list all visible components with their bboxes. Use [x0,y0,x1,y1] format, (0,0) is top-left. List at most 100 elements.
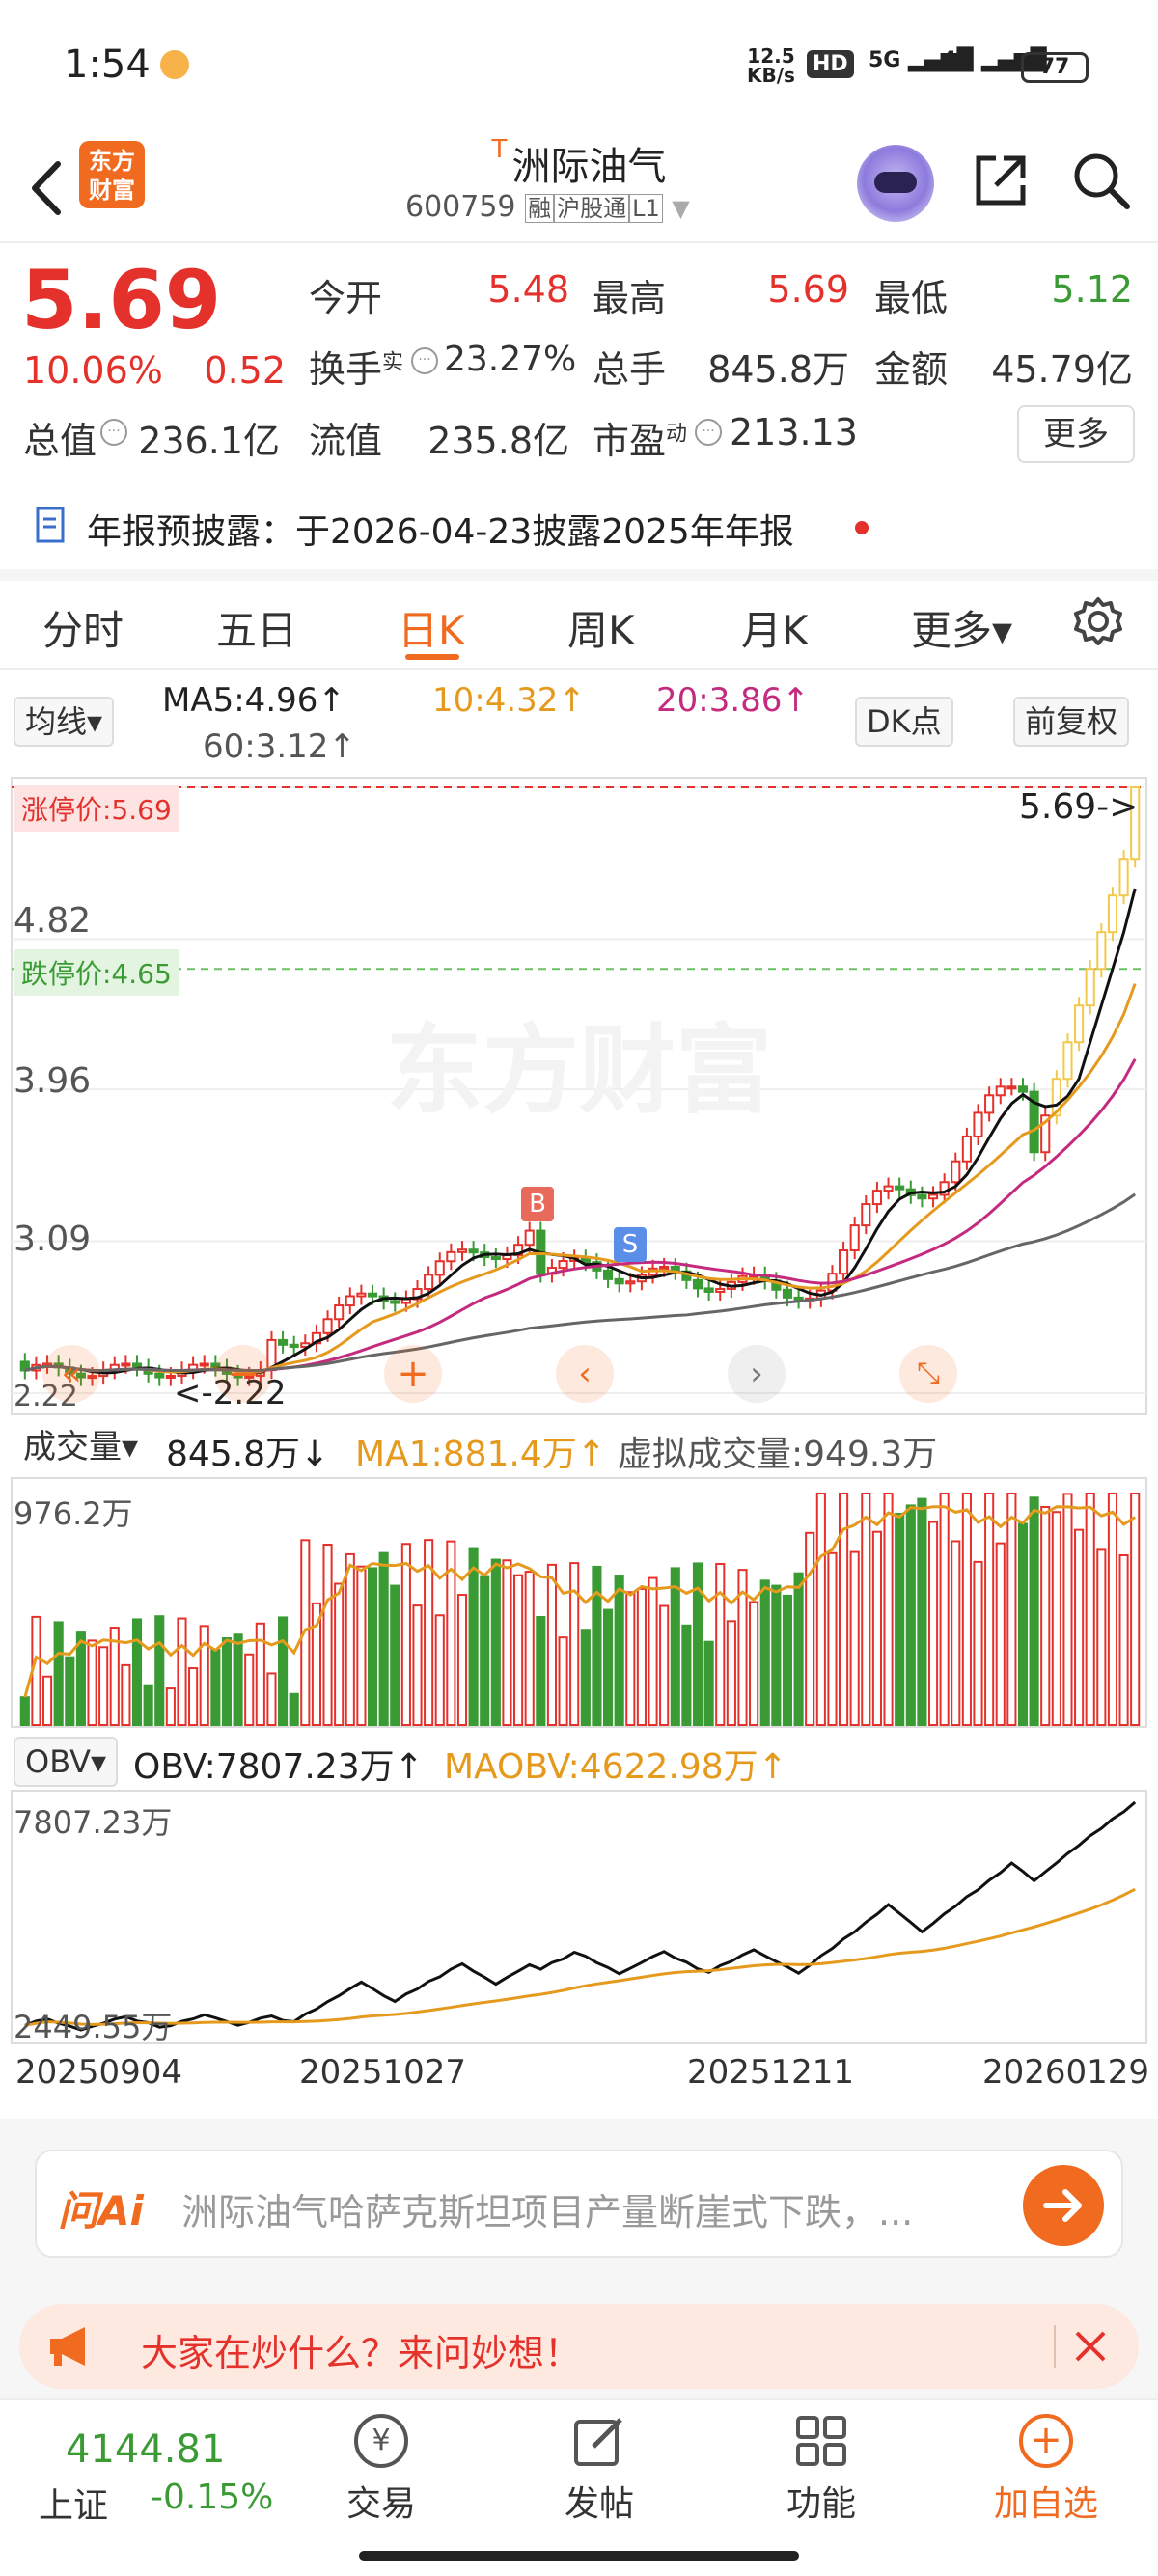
volume-bar [199,1625,209,1726]
volume-bar [726,1620,736,1727]
tab-yuek[interactable]: 月K [741,598,809,657]
stock-code: 600759 [405,190,516,224]
low-value: 5.12 [1051,268,1133,311]
candle-body [895,1185,905,1191]
tab-more[interactable]: 更多▾ [911,598,1012,657]
candle-body [1062,1041,1073,1081]
volume-y-top: 976.2万 [14,1495,133,1532]
volume-bar [883,1493,894,1726]
info-icon[interactable]: ··· [100,419,127,446]
float-value: 235.8亿 [427,420,569,462]
index-value[interactable]: 4144.81 [66,2427,225,2472]
add-watchlist-label: 加自选 [993,2484,1098,2524]
hot-topic-banner[interactable]: 大家在炒什么？来问妙想！ [19,2304,1139,2389]
settings-icon[interactable] [1071,594,1125,648]
volume-svg[interactable] [0,1476,1158,1729]
info-icon[interactable]: ··· [695,419,722,446]
scroll-left-icon[interactable]: « [42,1345,100,1403]
volume-bar [670,1567,680,1726]
app-logo[interactable]: 东方 财富 [79,141,145,208]
fq-button[interactable]: 前复权 [1013,697,1130,747]
info-icon[interactable]: ··· [411,347,438,374]
trade-button[interactable]: ¥ 交易 [328,2414,434,2539]
tab-zhouk[interactable]: 周K [567,598,635,657]
robot-assistant-icon[interactable] [857,145,934,222]
volume-bar [815,1493,826,1726]
function-button[interactable]: 功能 [768,2414,874,2539]
obv-value: OBV:7807.23万↑ [133,1747,424,1787]
ma5-value: MA5:4.96↑ [162,681,345,720]
volume-select[interactable]: 成交量▾ [14,1424,149,1470]
sell-marker[interactable]: S [614,1227,647,1262]
volume-bar [1006,1493,1017,1726]
notice-bar[interactable]: 年报预披露：于2026-04-23披露2025年年报 [0,492,1158,560]
net-speed-unit: KB/s [747,64,795,87]
obv-svg[interactable] [0,1789,1158,2045]
volume-label: 总手 [593,348,667,391]
ask-ai-box[interactable]: 问Ai 洲际油气哈萨克斯坦项目产量断崖式下跌，... [35,2150,1123,2258]
back-icon[interactable] [19,145,77,232]
volume-bar [356,1565,367,1727]
tab-fenshi[interactable]: 分时 [42,598,124,657]
open-value: 5.48 [487,268,569,311]
search-icon[interactable] [1069,149,1133,212]
candle-body [614,1277,624,1285]
kline-svg[interactable]: 东方财富 [0,776,1158,1418]
chevron-down-icon[interactable]: ▼ [672,195,689,222]
zoom-in-icon[interactable]: + [384,1345,442,1403]
next-icon[interactable]: › [728,1345,786,1403]
change-amount: 0.52 [204,349,286,392]
stock-subtitle: 600759 融沪股通 L1 ▼ [405,189,811,224]
volume-bar [636,1587,647,1726]
zoom-out-icon[interactable]: − [214,1345,272,1403]
share-icon[interactable] [969,149,1033,212]
turnover-sup: 实 [382,350,404,375]
volume-bar [400,1543,411,1726]
volume-chart[interactable]: 976.2万 [0,1476,1158,1729]
edit-icon [572,2414,626,2468]
ma-select[interactable]: 均线▾ [14,697,115,747]
buy-marker[interactable]: B [521,1187,554,1221]
turnover-label-text: 换手 [309,348,383,391]
candle-body [1074,1004,1085,1044]
volume-bar [648,1576,658,1726]
low-label: 最低 [874,277,949,319]
ask-ai-input[interactable]: 洲际油气哈萨克斯坦项目产量断崖式下跌，... [181,2182,1031,2235]
net-speed: 12.5 [747,44,795,68]
candle-body [278,1338,289,1346]
obv-chart[interactable]: 7807.23万 2449.55万 [0,1789,1158,2045]
volume-bar [131,1618,143,1726]
candle-body [390,1300,400,1304]
dk-button[interactable]: DK点 [855,697,953,747]
volume-bar [917,1497,927,1727]
kline-chart[interactable]: 东方财富 涨停价:5.69 跌停价:4.65 5.69 4.82 3.96 3.… [0,776,1158,1418]
ma5-line [24,888,1137,1375]
high-value: 5.69 [767,268,849,311]
header: 东方 财富 T 洲际油气 600759 融沪股通 L1 ▼ [0,135,1158,243]
candle-body [322,1318,333,1334]
more-button[interactable]: 更多 [1017,405,1135,463]
post-button[interactable]: 发帖 [546,2414,652,2539]
virtual-volume: 虚拟成交量:949.3万 [618,1435,938,1474]
candle-body [692,1278,703,1290]
logo-text-2: 财富 [89,177,135,204]
y-tick-4: 3.09 [14,1219,92,1259]
quote-panel: 5.69 10.06% 0.52 今开 5.48 最高 5.69 最低 5.12… [0,243,1158,475]
send-arrow-icon[interactable] [1023,2165,1104,2246]
volume-bar [1085,1493,1095,1726]
tab-rik[interactable]: 日K [398,598,465,657]
obv-select[interactable]: OBV▾ [14,1737,119,1787]
add-watchlist-button[interactable]: + 加自选 [988,2414,1104,2539]
trade-label: 交易 [345,2484,416,2524]
y-tick-2: 4.82 [14,901,92,941]
last-price: 5.69 [21,253,222,347]
candle-body [154,1372,165,1379]
volume-value: 845.8万 [707,348,849,391]
volume-bar [715,1563,726,1726]
fullscreen-icon[interactable]: ⤡ [899,1345,957,1403]
close-icon[interactable] [1071,2327,1110,2366]
prev-icon[interactable]: ‹ [556,1345,614,1403]
post-label: 发帖 [564,2484,634,2524]
candle-body [917,1193,927,1200]
tab-wuri[interactable]: 五日 [216,598,297,657]
